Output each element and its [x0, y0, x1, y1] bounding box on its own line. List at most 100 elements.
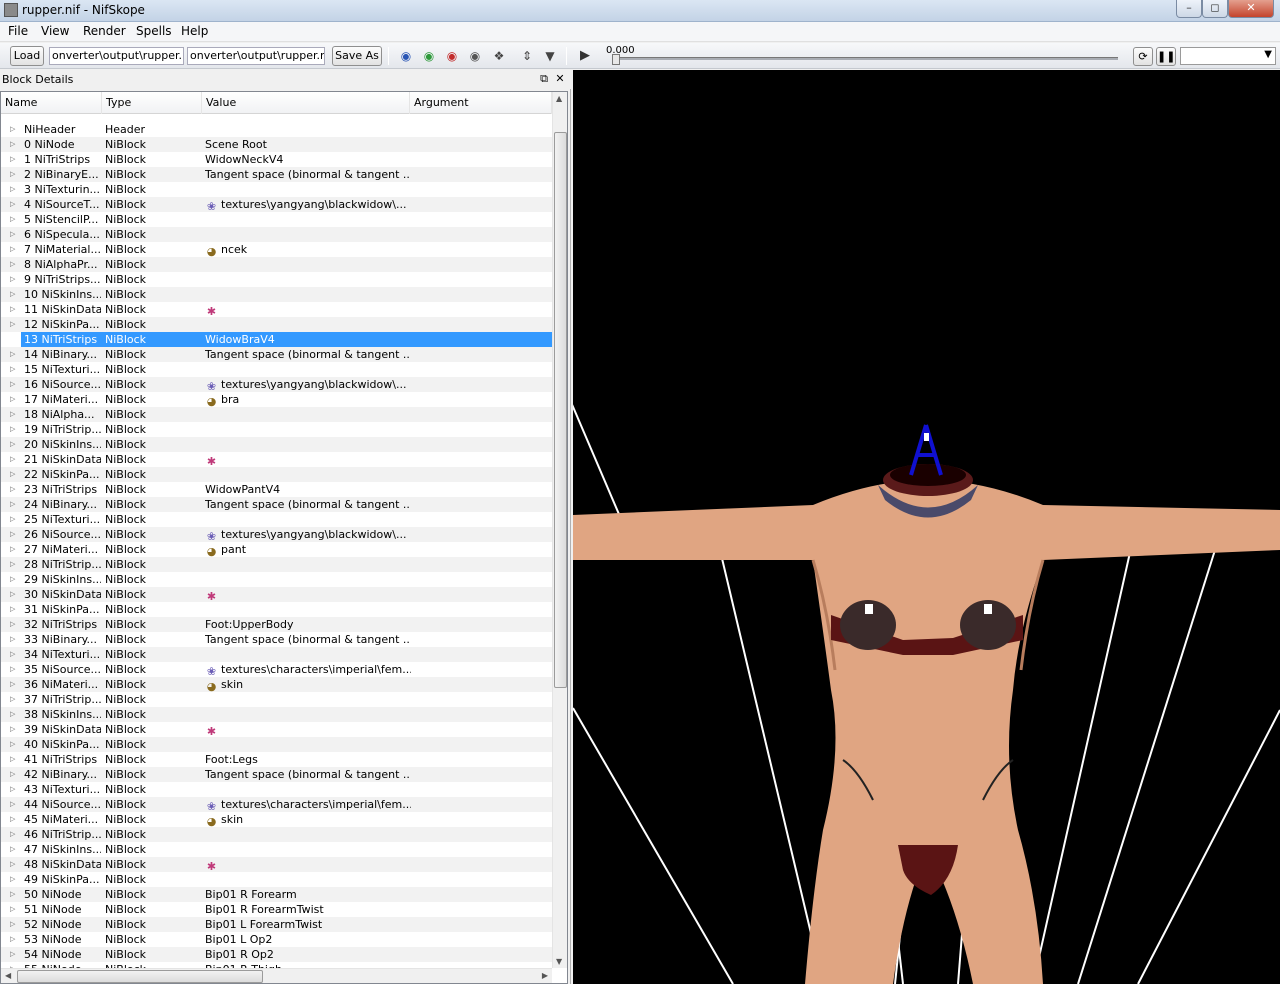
view-user-icon[interactable]: ◉: [466, 49, 484, 63]
expand-arrow-icon[interactable]: ▷: [10, 152, 15, 167]
tree-row[interactable]: ▷ 37 NiTriStrip... NiBlock: [1, 692, 552, 707]
expand-arrow-icon[interactable]: ▷: [10, 662, 15, 677]
expand-arrow-icon[interactable]: ▷: [10, 692, 15, 707]
scroll-thumb[interactable]: [17, 970, 263, 983]
tree-row[interactable]: ▷ 0 NiNode NiBlock Scene Root: [1, 137, 552, 152]
scroll-thumb[interactable]: [554, 132, 567, 688]
maximize-icon[interactable]: ◻: [1202, 0, 1228, 18]
expand-arrow-icon[interactable]: ▷: [10, 182, 15, 197]
tree-row[interactable]: ▷ 11 NiSkinData NiBlock ✱: [1, 302, 552, 318]
tree-row[interactable]: ▷ 32 NiTriStrips NiBlock Foot:UpperBody: [1, 617, 552, 632]
save-as-button[interactable]: Save As: [332, 46, 382, 66]
expand-arrow-icon[interactable]: ▷: [10, 572, 15, 587]
play-icon[interactable]: ▶: [576, 49, 594, 63]
expand-arrow-icon[interactable]: ▷: [10, 452, 15, 467]
expand-arrow-icon[interactable]: ▷: [10, 287, 15, 302]
tree-row[interactable]: ▷ 50 NiNode NiBlock Bip01 R Forearm: [1, 887, 552, 902]
tree-row[interactable]: ▷ 39 NiSkinData NiBlock ✱: [1, 722, 552, 738]
render-viewport[interactable]: [573, 70, 1280, 984]
expand-arrow-icon[interactable]: ▷: [10, 542, 15, 557]
save-path-field[interactable]: onverter\output\rupper.nif: [187, 47, 325, 65]
expand-arrow-icon[interactable]: ▷: [10, 767, 15, 782]
expand-arrow-icon[interactable]: ▷: [10, 467, 15, 482]
tree-row[interactable]: ▷ 10 NiSkinIns... NiBlock: [1, 287, 552, 302]
tree-row[interactable]: ▷ 15 NiTexturi... NiBlock: [1, 362, 552, 377]
expand-arrow-icon[interactable]: ▷: [10, 242, 15, 257]
tree-row[interactable]: ▷ 33 NiBinary... NiBlock Tangent space (bin…: [1, 632, 552, 647]
close-icon[interactable]: ✕: [554, 72, 566, 86]
expand-arrow-icon[interactable]: ▷: [10, 332, 15, 347]
tree-row[interactable]: ▷ 20 NiSkinIns... NiBlock: [1, 437, 552, 452]
load-button[interactable]: Load: [10, 46, 44, 66]
expand-arrow-icon[interactable]: ▷: [10, 782, 15, 797]
tree-row[interactable]: ▷ 48 NiSkinData NiBlock ✱: [1, 857, 552, 873]
expand-arrow-icon[interactable]: ▷: [10, 602, 15, 617]
tree-row[interactable]: ▷ 34 NiTexturi... NiBlock: [1, 647, 552, 662]
expand-arrow-icon[interactable]: ▷: [10, 707, 15, 722]
tree-row[interactable]: ▷ 27 NiMateri... NiBlock ◕ pant: [1, 542, 552, 558]
tree-row[interactable]: ▷ 29 NiSkinIns... NiBlock: [1, 572, 552, 587]
tree-row[interactable]: ▷ 1 NiTriStrips NiBlock WidowNeckV4: [1, 152, 552, 167]
horizontal-scrollbar[interactable]: ◀ ▶: [1, 968, 552, 983]
tree-row[interactable]: ▷ 42 NiBinary... NiBlock Tangent space (bin…: [1, 767, 552, 782]
expand-arrow-icon[interactable]: ▷: [10, 752, 15, 767]
minimize-icon[interactable]: –: [1176, 0, 1202, 18]
expand-arrow-icon[interactable]: ▷: [10, 377, 15, 392]
vertical-scrollbar[interactable]: ▲ ▼: [552, 92, 567, 968]
tree-row[interactable]: ▷ 51 NiNode NiBlock Bip01 R ForearmTwist: [1, 902, 552, 917]
tree-row[interactable]: ▷ 41 NiTriStrips NiBlock Foot:Legs: [1, 752, 552, 767]
flip-icon[interactable]: ⇕: [518, 49, 536, 63]
expand-arrow-icon[interactable]: ▷: [10, 887, 15, 902]
col-name[interactable]: Name: [1, 92, 102, 114]
tree-row[interactable]: ▷ 4 NiSourceT... NiBlock ❀ textures\yangyang…: [1, 197, 552, 213]
expand-arrow-icon[interactable]: ▷: [10, 722, 15, 737]
switch-icon[interactable]: ❚❚: [1156, 47, 1176, 66]
dropdown-icon[interactable]: ▼: [541, 49, 559, 63]
tree-row[interactable]: ▷ NiHeader Header: [1, 122, 552, 137]
menu-view[interactable]: View: [41, 24, 69, 38]
expand-arrow-icon[interactable]: ▷: [10, 422, 15, 437]
float-icon[interactable]: ⧉: [538, 72, 550, 86]
scroll-down-icon[interactable]: ▼: [556, 957, 562, 966]
tree-row[interactable]: ▷ 22 NiSkinPa... NiBlock: [1, 467, 552, 482]
tree-row[interactable]: ▷ 23 NiTriStrips NiBlock WidowPantV4: [1, 482, 552, 497]
expand-arrow-icon[interactable]: ▷: [10, 632, 15, 647]
tree-row[interactable]: ▷ 28 NiTriStrip... NiBlock: [1, 557, 552, 572]
tree-row[interactable]: ▷ 3 NiTexturin... NiBlock: [1, 182, 552, 197]
expand-arrow-icon[interactable]: ▷: [10, 212, 15, 227]
expand-arrow-icon[interactable]: ▷: [10, 167, 15, 182]
tree-row[interactable]: ▷ 8 NiAlphaPr... NiBlock: [1, 257, 552, 272]
expand-arrow-icon[interactable]: ▷: [10, 317, 15, 332]
expand-arrow-icon[interactable]: ▷: [10, 437, 15, 452]
tree-row[interactable]: ▷ 35 NiSource... NiBlock ❀ textures\characte…: [1, 662, 552, 678]
time-slider-track[interactable]: [612, 57, 1118, 60]
expand-arrow-icon[interactable]: ▷: [10, 257, 15, 272]
tree-row[interactable]: ▷ 52 NiNode NiBlock Bip01 L ForearmTwist: [1, 917, 552, 932]
load-path-field[interactable]: onverter\output\rupper.nif: [49, 47, 184, 65]
scroll-right-icon[interactable]: ▶: [542, 971, 548, 980]
tree-row[interactable]: ▷ 36 NiMateri... NiBlock ◕ skin: [1, 677, 552, 693]
expand-arrow-icon[interactable]: ▷: [10, 482, 15, 497]
expand-arrow-icon[interactable]: ▷: [10, 947, 15, 962]
expand-arrow-icon[interactable]: ▷: [10, 497, 15, 512]
view-side-icon[interactable]: ◉: [420, 49, 438, 63]
expand-arrow-icon[interactable]: ▷: [10, 122, 15, 137]
tree-row[interactable]: ▷ 40 NiSkinPa... NiBlock: [1, 737, 552, 752]
tree-row[interactable]: ▷ 9 NiTriStrips... NiBlock: [1, 272, 552, 287]
expand-arrow-icon[interactable]: ▷: [10, 872, 15, 887]
tree-row[interactable]: ▷ 43 NiTexturi... NiBlock: [1, 782, 552, 797]
view-top-icon[interactable]: ◉: [443, 49, 461, 63]
tree-row[interactable]: ▷ 21 NiSkinData NiBlock ✱: [1, 452, 552, 468]
tree-row[interactable]: ▷ 13 NiTriStrips NiBlock WidowBraV4: [1, 332, 552, 347]
expand-arrow-icon[interactable]: ▷: [10, 932, 15, 947]
expand-arrow-icon[interactable]: ▷: [10, 557, 15, 572]
tree-row[interactable]: ▷ 17 NiMateri... NiBlock ◕ bra: [1, 392, 552, 408]
tree-row[interactable]: ▷ 38 NiSkinIns... NiBlock: [1, 707, 552, 722]
expand-arrow-icon[interactable]: ▷: [10, 197, 15, 212]
tree-row[interactable]: ▷ 31 NiSkinPa... NiBlock: [1, 602, 552, 617]
expand-arrow-icon[interactable]: ▷: [10, 827, 15, 842]
menu-file[interactable]: File: [8, 24, 28, 38]
view-front-icon[interactable]: ◉: [397, 49, 415, 63]
expand-arrow-icon[interactable]: ▷: [10, 917, 15, 932]
loop-icon[interactable]: ⟳: [1133, 47, 1153, 66]
